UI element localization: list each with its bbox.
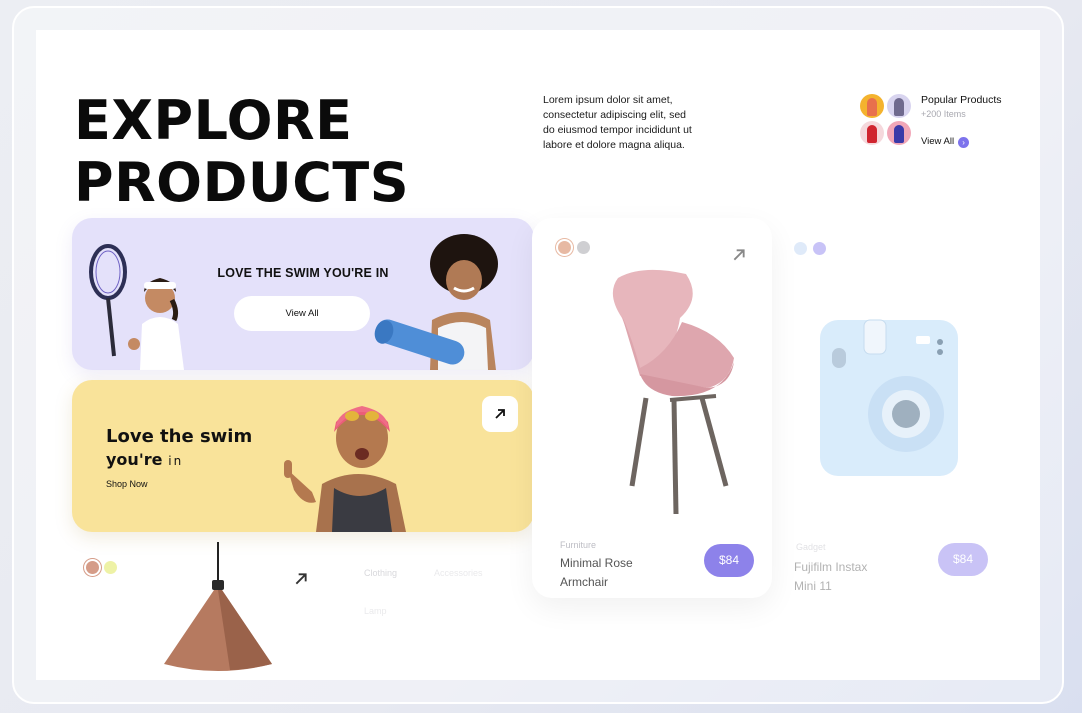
color-swatch[interactable]: [794, 242, 807, 255]
product-name: Minimal Rose Armchair: [560, 554, 633, 592]
product-card-camera[interactable]: Gadget Fujifilm Instax Mini 11 $84: [780, 218, 1012, 598]
product-name-line-2: Mini 11: [794, 579, 832, 593]
banner-heading: LOVE THE SWIM YOU'RE IN: [217, 266, 389, 280]
color-swatch[interactable]: [558, 241, 571, 254]
view-all-link[interactable]: View All ›: [921, 136, 970, 148]
thumbnail[interactable]: [887, 121, 911, 145]
arrow-up-right-icon[interactable]: [294, 572, 308, 586]
product-category: Furniture: [560, 540, 597, 550]
arrow-up-right-button[interactable]: [482, 396, 518, 432]
color-swatch[interactable]: [86, 561, 99, 574]
product-name-line-1: Fujifilm Instax: [794, 560, 868, 574]
product-name: Fujifilm Instax Mini 11: [794, 558, 867, 596]
product-name-line-2: Armchair: [560, 575, 609, 589]
thumbnail[interactable]: [887, 94, 911, 118]
banner-title: Love the swim: [106, 426, 253, 447]
tennis-player-image: [89, 244, 184, 370]
product-category: Gadget: [796, 542, 826, 552]
filter-accessories[interactable]: Accessories: [434, 568, 483, 578]
banner-subtitle: you're in: [106, 450, 183, 469]
intro-text: Lorem ipsum dolor sit amet, consectetur …: [543, 94, 692, 151]
color-swatch[interactable]: [104, 561, 117, 574]
arrow-up-right-icon: [495, 409, 505, 419]
filter-clothing[interactable]: Clothing: [364, 568, 397, 578]
title-line-2: PRODUCTS: [74, 151, 410, 214]
promo-banner-lavender[interactable]: LOVE THE SWIM YOU'RE IN View All: [72, 218, 534, 370]
instax-camera-image: [820, 319, 958, 476]
price-button[interactable]: $84: [704, 544, 754, 577]
filter-lamp[interactable]: Lamp: [364, 606, 387, 616]
yoga-woman-image: [374, 234, 498, 370]
product-card-lamp[interactable]: Clothing Accessories Lamp: [72, 538, 532, 680]
product-card-chair[interactable]: Furniture Minimal Rose Armchair $84: [532, 218, 772, 598]
popular-thumbnails: [860, 94, 912, 146]
view-all-button[interactable]: View All: [234, 296, 370, 331]
canvas: EXPLORE PRODUCTS Lorem ipsum dolor sit a…: [36, 30, 1040, 680]
pendant-lamp-image: [164, 542, 272, 671]
product-name-line-1: Minimal Rose: [560, 556, 633, 570]
swimmer-woman-image: [284, 406, 406, 532]
arrow-right-icon: ›: [958, 137, 970, 148]
price-button[interactable]: $84: [938, 543, 988, 576]
shop-now-link[interactable]: Shop Now: [106, 479, 148, 489]
page-title: EXPLORE PRODUCTS: [74, 90, 409, 214]
color-swatch[interactable]: [813, 242, 826, 255]
promo-banner-yellow[interactable]: Love the swim you're in Shop Now: [72, 380, 534, 532]
popular-products: Popular Products +200 Items View All ›: [860, 94, 1030, 154]
view-all-label: View All: [921, 136, 955, 147]
banner-subtitle-light: in: [162, 454, 184, 468]
banner-subtitle-bold: you're: [106, 450, 163, 469]
thumbnail[interactable]: [860, 121, 884, 145]
color-swatch[interactable]: [577, 241, 590, 254]
popular-count: +200 Items: [921, 109, 966, 119]
title-line-1: EXPLORE: [74, 89, 353, 152]
popular-title: Popular Products: [921, 94, 1002, 106]
armchair-image: [612, 269, 734, 515]
thumbnail[interactable]: [860, 94, 884, 118]
